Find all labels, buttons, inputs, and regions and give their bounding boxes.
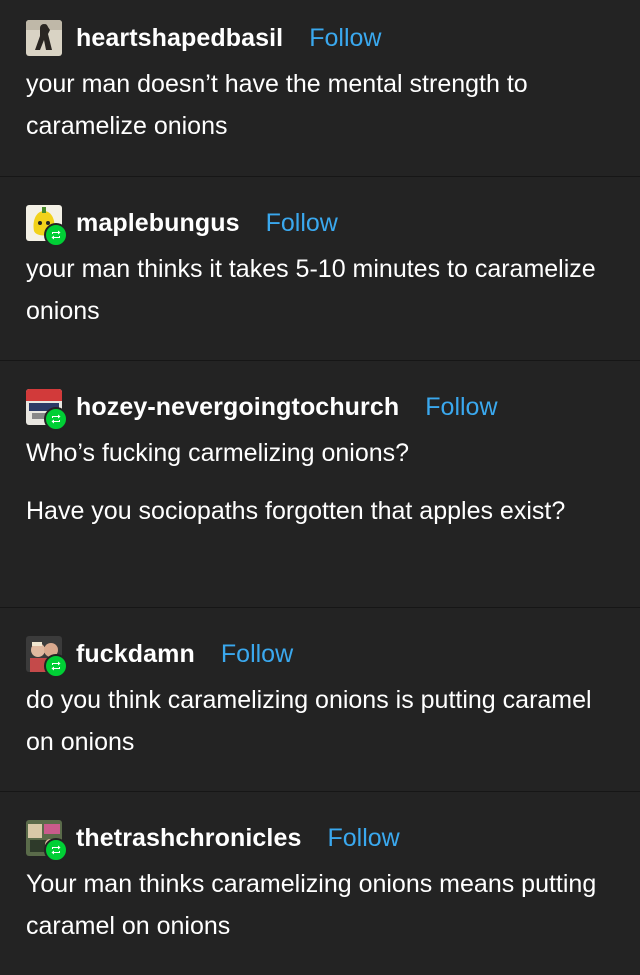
username[interactable]: hozey-nevergoingtochurch xyxy=(76,393,399,422)
post-text: Have you sociopaths forgotten that apple… xyxy=(26,497,566,525)
follow-button[interactable]: Follow xyxy=(266,209,338,238)
username[interactable]: fuckdamn xyxy=(76,640,195,669)
post-header: thetrashchronicles Follow xyxy=(26,816,614,862)
heartshapedbasil-avatar-icon xyxy=(26,20,62,56)
follow-button[interactable]: Follow xyxy=(425,393,497,422)
avatar[interactable] xyxy=(26,820,68,862)
avatar[interactable] xyxy=(26,20,62,56)
post-body: Who’s fucking carmelizing onions? Have y… xyxy=(26,432,614,532)
reblog-icon xyxy=(44,654,68,678)
post-hozey-nevergoingtochurch: hozey-nevergoingtochurch Follow Who’s fu… xyxy=(0,361,640,608)
post-body: Your man thinks caramelizing onions mean… xyxy=(26,863,614,947)
username[interactable]: thetrashchronicles xyxy=(76,824,301,853)
post-thetrashchronicles: thetrashchronicles Follow Your man think… xyxy=(0,792,640,975)
reblog-icon xyxy=(44,407,68,431)
post-header: fuckdamn Follow xyxy=(26,632,614,678)
post-maplebungus: maplebungus Follow your man thinks it ta… xyxy=(0,177,640,361)
post-header: heartshapedbasil Follow xyxy=(26,16,614,60)
tumblr-thread: heartshapedbasil Follow your man doesn’t… xyxy=(0,0,640,975)
avatar[interactable] xyxy=(26,636,68,678)
follow-button[interactable]: Follow xyxy=(309,24,381,53)
avatar[interactable] xyxy=(26,205,68,247)
post-fuckdamn: fuckdamn Follow do you think caramelizin… xyxy=(0,608,640,792)
post-body: your man thinks it takes 5-10 minutes to… xyxy=(26,248,614,332)
follow-button[interactable]: Follow xyxy=(327,824,399,853)
post-text: do you think caramelizing onions is putt… xyxy=(26,686,592,756)
post-body: do you think caramelizing onions is putt… xyxy=(26,679,614,763)
reblog-icon xyxy=(44,838,68,862)
post-body: your man doesn’t have the mental strengt… xyxy=(26,63,614,147)
avatar[interactable] xyxy=(26,389,68,431)
post-text: Who’s fucking carmelizing onions? xyxy=(26,439,410,467)
follow-button[interactable]: Follow xyxy=(221,640,293,669)
username[interactable]: heartshapedbasil xyxy=(76,24,283,53)
username[interactable]: maplebungus xyxy=(76,209,240,238)
post-heartshapedbasil: heartshapedbasil Follow your man doesn’t… xyxy=(0,0,640,177)
post-text: Your man thinks caramelizing onions mean… xyxy=(26,870,597,940)
post-header: hozey-nevergoingtochurch Follow xyxy=(26,385,614,431)
reblog-icon xyxy=(44,223,68,247)
post-text: your man doesn’t have the mental strengt… xyxy=(26,70,528,140)
post-header: maplebungus Follow xyxy=(26,201,614,247)
post-text: your man thinks it takes 5-10 minutes to… xyxy=(26,255,596,325)
